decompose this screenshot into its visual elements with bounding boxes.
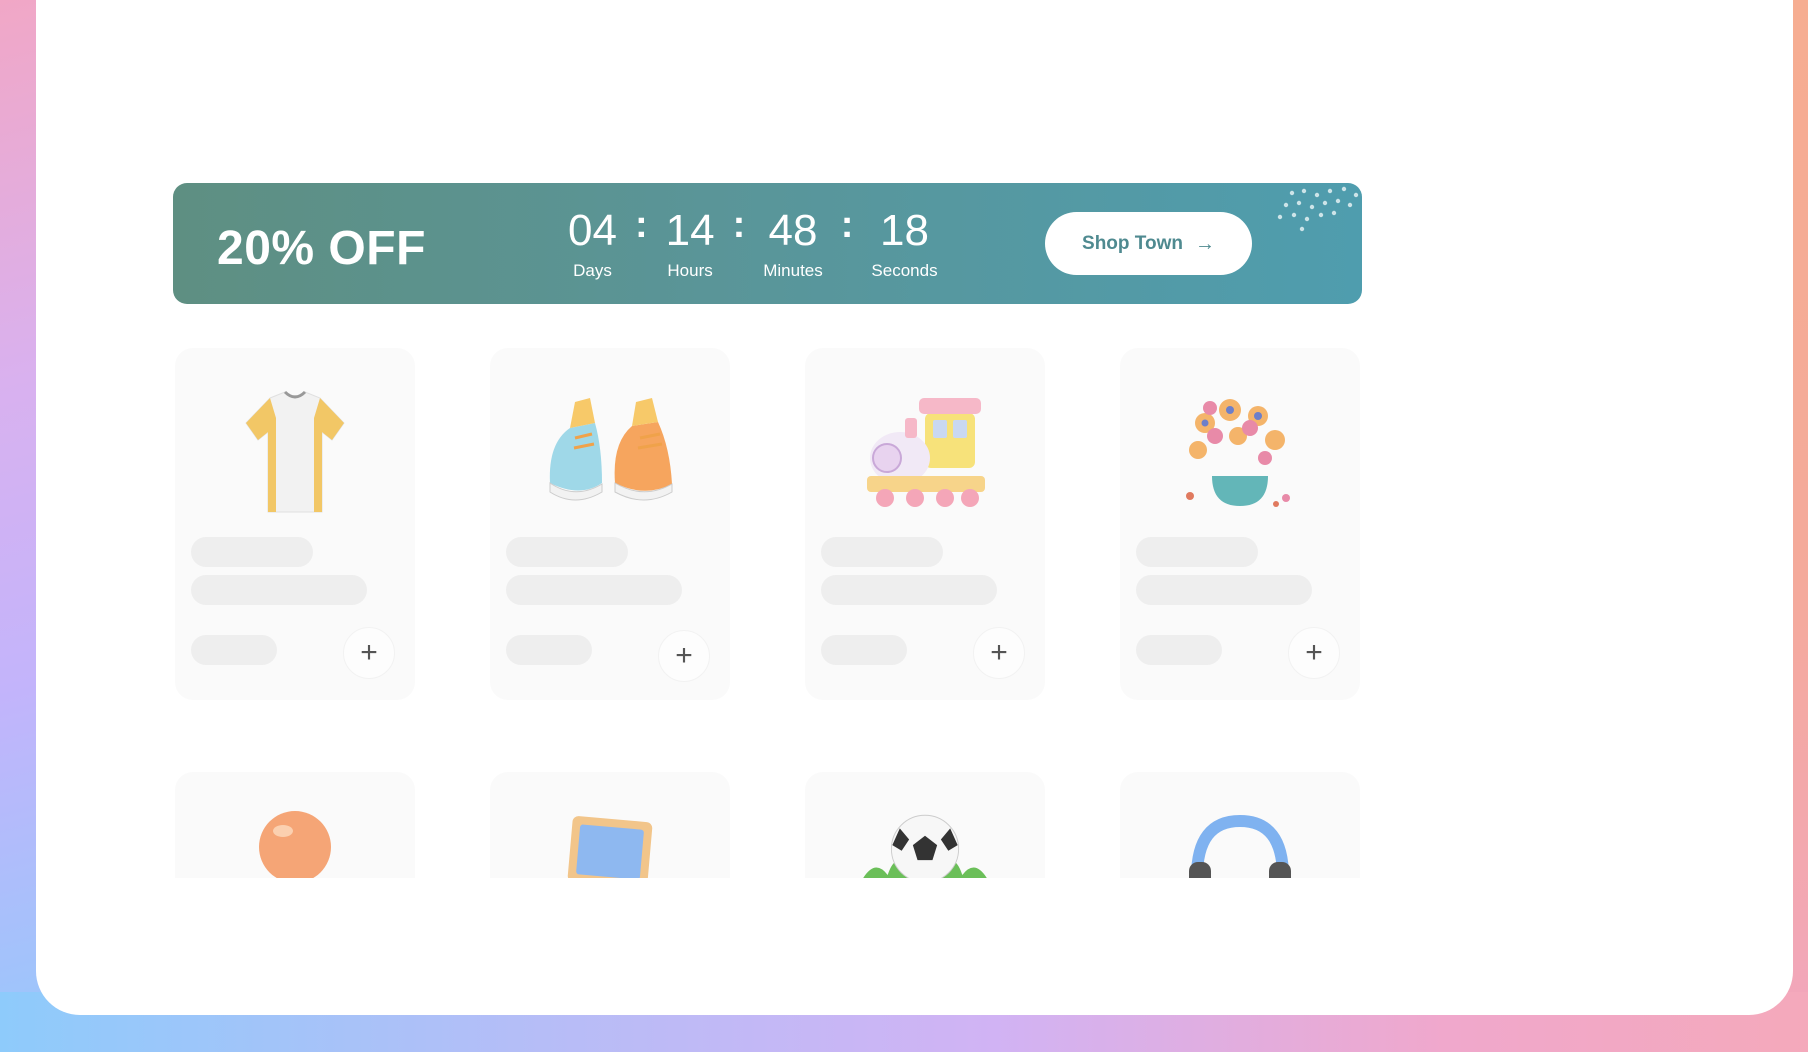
sneakers-icon bbox=[540, 383, 680, 523]
add-to-cart-button[interactable]: + bbox=[343, 627, 395, 679]
countdown-timer: 04 Days : 14 Hours : 48 Minutes : 18 Sec… bbox=[568, 204, 938, 287]
countdown-minutes: 48 Minutes bbox=[763, 207, 823, 281]
toy-train-icon bbox=[855, 383, 995, 523]
skeleton-title bbox=[191, 537, 313, 567]
product-card[interactable]: + bbox=[490, 348, 730, 700]
promo-banner: 20% OFF 04 Days : 14 Hours : 48 Minutes … bbox=[173, 183, 1362, 304]
headphones-icon bbox=[1170, 807, 1310, 878]
product-card[interactable]: + bbox=[175, 348, 415, 700]
laptop-icon bbox=[540, 807, 680, 878]
shop-town-button[interactable]: Shop Town → bbox=[1045, 212, 1252, 275]
countdown-separator: : bbox=[840, 204, 854, 246]
countdown-separator: : bbox=[732, 204, 746, 246]
dot-pattern-decoration bbox=[1277, 186, 1359, 232]
countdown-seconds-value: 18 bbox=[880, 206, 929, 255]
skeleton-price bbox=[1136, 635, 1222, 665]
soccer-ball-icon bbox=[855, 807, 995, 878]
countdown-minutes-value: 48 bbox=[768, 206, 818, 255]
skeleton-title bbox=[821, 537, 943, 567]
countdown-days: 04 Days bbox=[568, 207, 617, 281]
skeleton-subtitle bbox=[821, 575, 997, 605]
shop-town-label: Shop Town bbox=[1082, 232, 1183, 254]
countdown-hours-value: 14 bbox=[665, 206, 715, 255]
skeleton-price bbox=[821, 635, 907, 665]
skeleton-subtitle bbox=[191, 575, 367, 605]
product-card[interactable]: + bbox=[805, 348, 1045, 700]
skeleton-subtitle bbox=[1136, 575, 1312, 605]
countdown-days-label: Days bbox=[573, 261, 612, 280]
promo-title: 20% OFF bbox=[217, 222, 426, 275]
countdown-seconds-label: Seconds bbox=[871, 261, 938, 280]
countdown-separator: : bbox=[634, 204, 648, 246]
product-card[interactable] bbox=[490, 772, 730, 878]
countdown-minutes-label: Minutes bbox=[763, 261, 823, 280]
flower-pot-icon bbox=[1170, 383, 1310, 523]
product-card[interactable] bbox=[805, 772, 1045, 878]
skeleton-price bbox=[191, 635, 277, 665]
tshirt-icon bbox=[225, 383, 365, 523]
skeleton-subtitle bbox=[506, 575, 682, 605]
add-to-cart-button[interactable]: + bbox=[658, 630, 710, 682]
countdown-days-value: 04 bbox=[568, 206, 617, 255]
product-card[interactable]: + bbox=[1120, 348, 1360, 700]
ball-icon bbox=[225, 807, 365, 878]
product-card[interactable] bbox=[1120, 772, 1360, 878]
skeleton-price bbox=[506, 635, 592, 665]
add-to-cart-button[interactable]: + bbox=[973, 627, 1025, 679]
countdown-seconds: 18 Seconds bbox=[871, 207, 937, 281]
arrow-right-icon: → bbox=[1194, 232, 1215, 255]
skeleton-title bbox=[506, 537, 628, 567]
add-to-cart-button[interactable]: + bbox=[1288, 627, 1340, 679]
product-card[interactable] bbox=[175, 772, 415, 878]
countdown-hours: 14 Hours bbox=[666, 207, 715, 281]
skeleton-title bbox=[1136, 537, 1258, 567]
countdown-hours-label: Hours bbox=[667, 261, 713, 280]
